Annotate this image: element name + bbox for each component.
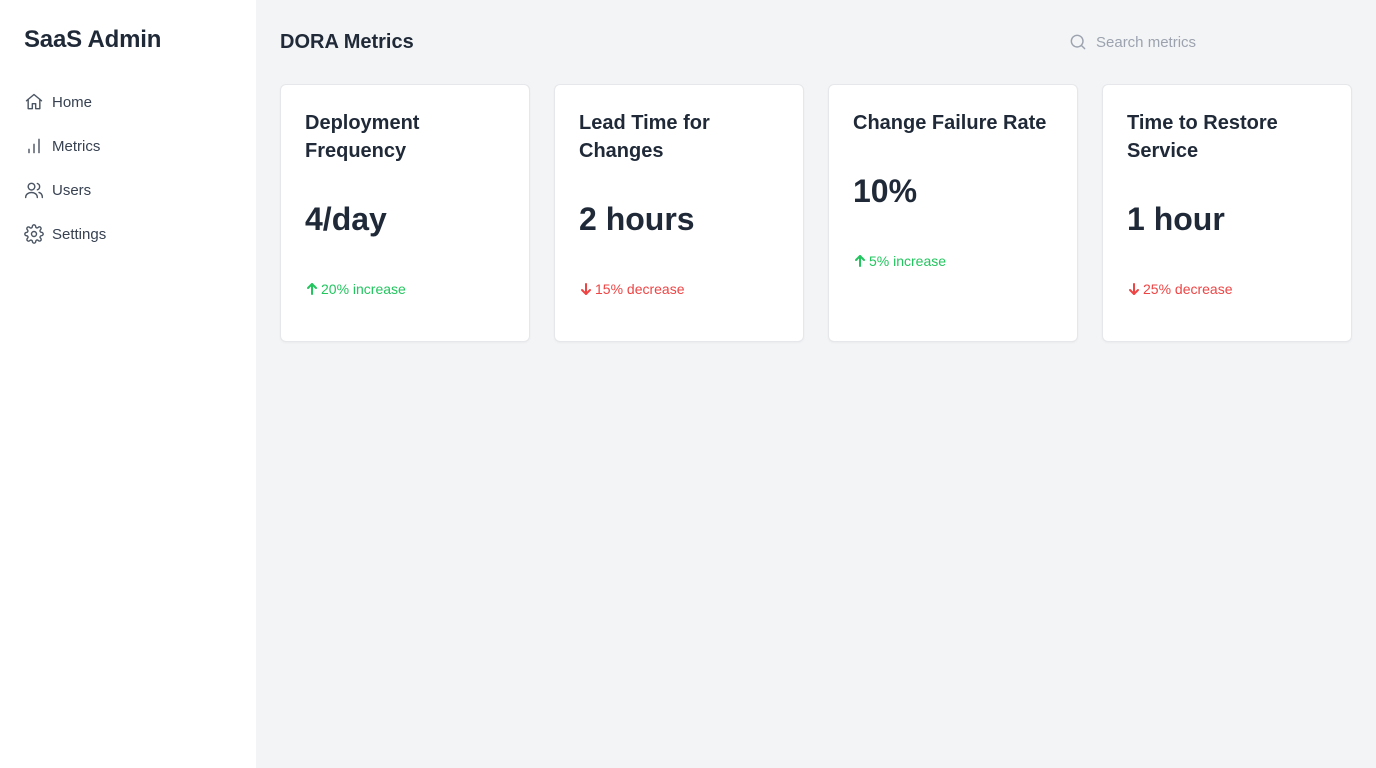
brand-title: SaaS Admin [24,26,162,53]
home-icon [24,92,44,112]
app-root: SaaS Admin Home Metrics Users Settings D… [0,0,1376,768]
sidebar-item-label: Users [52,181,92,199]
metric-change: 5% increase [853,253,1053,269]
search-input[interactable] [1096,33,1336,51]
metric-value: 2 hours [579,201,695,237]
metric-title: Time to Restore Service [1127,112,1278,162]
sidebar: SaaS Admin Home Metrics Users Settings [0,0,256,768]
metric-value: 1 hour [1127,201,1225,237]
page-title: DORA Metrics [280,30,414,53]
metric-card-time-to-restore: Time to Restore Service 1 hour 25% decre… [1102,84,1352,342]
metric-card-lead-time: Lead Time for Changes 2 hours 15% decrea… [554,84,804,342]
metric-value: 4/day [305,201,387,237]
arrow-up-icon [853,254,867,268]
metric-value: 10% [853,173,918,209]
metric-change-text: 25% decrease [1143,281,1233,297]
metric-change: 15% decrease [579,281,779,297]
sidebar-item-label: Home [52,93,93,111]
metric-change: 25% decrease [1127,281,1327,297]
metric-change-text: 20% increase [321,281,406,297]
metric-card-change-failure-rate: Change Failure Rate 10% 5% increase [828,84,1078,342]
metric-change-text: 15% decrease [595,281,685,297]
topbar: DORA Metrics [280,24,1352,60]
metric-title: Deployment Frequency [305,112,420,162]
arrow-up-icon [305,282,319,296]
sidebar-item-label: Metrics [52,137,101,155]
metric-cards: Deployment Frequency 4/day 20% increase … [280,84,1352,342]
sidebar-item-home[interactable]: Home [24,80,232,124]
search-icon [1068,32,1088,52]
arrow-down-icon [1127,282,1141,296]
bar-chart-icon [24,136,44,156]
metric-change-text: 5% increase [869,253,947,269]
sidebar-item-users[interactable]: Users [24,168,232,212]
sidebar-nav: Home Metrics Users Settings [24,80,232,256]
sidebar-item-settings[interactable]: Settings [24,212,232,256]
main-content: DORA Metrics Deployment Frequency 4/day … [256,0,1376,768]
metric-title: Change Failure Rate [853,112,1047,134]
metric-card-deployment-frequency: Deployment Frequency 4/day 20% increase [280,84,530,342]
sidebar-item-label: Settings [52,225,107,243]
gear-icon [24,224,44,244]
sidebar-item-metrics[interactable]: Metrics [24,124,232,168]
metric-change: 20% increase [305,281,505,297]
arrow-down-icon [579,282,593,296]
metric-title: Lead Time for Changes [579,112,710,162]
users-icon [24,180,44,200]
search-box[interactable] [1068,24,1352,60]
